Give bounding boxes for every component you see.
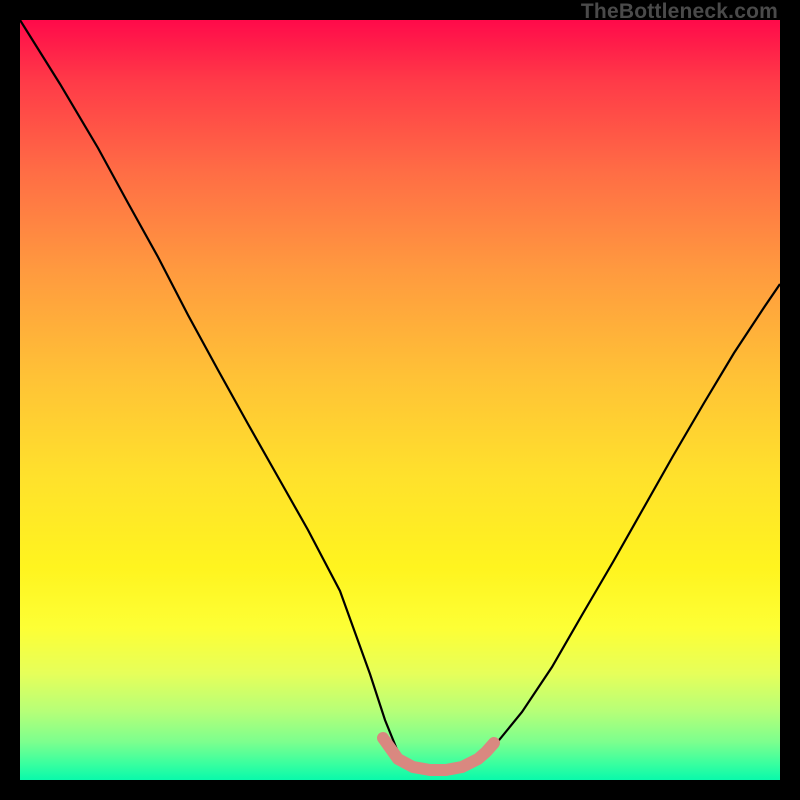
optimal-band-marker [383, 738, 494, 770]
bottleneck-curve [20, 20, 780, 771]
chart-plot-area [20, 20, 780, 780]
watermark-text: TheBottleneck.com [581, 0, 778, 24]
chart-svg [20, 20, 780, 780]
chart-frame: TheBottleneck.com [0, 0, 800, 800]
